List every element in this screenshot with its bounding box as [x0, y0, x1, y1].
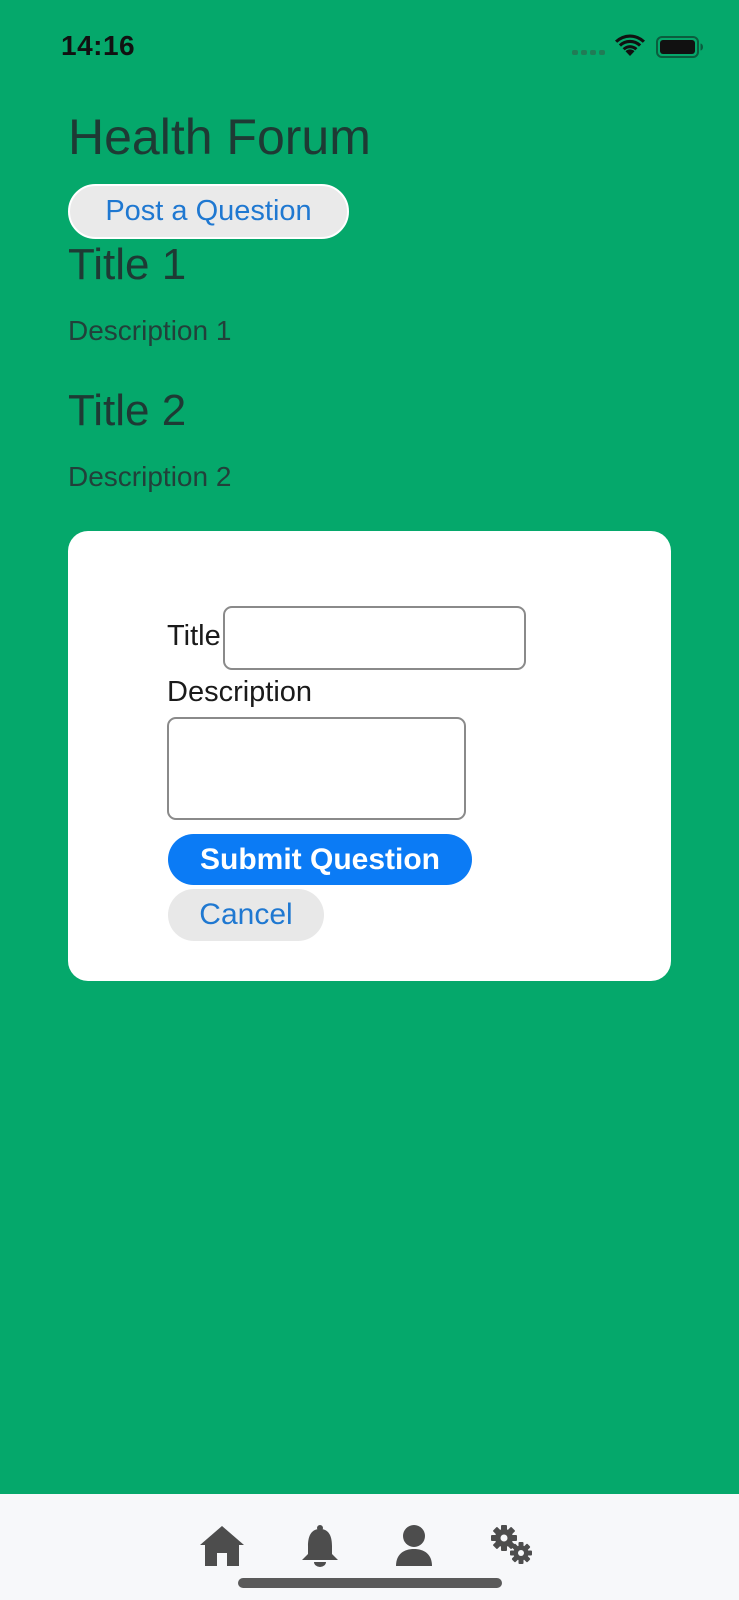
battery-icon: [656, 36, 703, 58]
status-time: 14:16: [61, 30, 136, 61]
wifi-icon: [615, 34, 645, 56]
page-title: Health Forum: [68, 109, 371, 165]
user-icon[interactable]: [390, 1524, 438, 1568]
post-title: Title 2: [68, 386, 187, 435]
bell-icon[interactable]: [296, 1524, 344, 1568]
post-question-button[interactable]: Post a Question: [68, 184, 349, 239]
home-icon[interactable]: [198, 1524, 246, 1568]
cellular-signal-icon: [572, 50, 606, 58]
gears-icon[interactable]: [488, 1524, 536, 1568]
title-label: Title: [167, 620, 221, 652]
description-input[interactable]: [167, 717, 466, 820]
cancel-button[interactable]: Cancel: [168, 889, 324, 941]
question-form-modal: Title Description Submit Question Cancel: [68, 531, 671, 981]
post-description: Description 2: [68, 461, 232, 492]
post-title: Title 1: [68, 240, 187, 289]
status-bar: 14:16: [0, 0, 739, 96]
tab-bar: [0, 1494, 739, 1600]
description-label: Description: [167, 676, 313, 708]
home-indicator: [238, 1578, 502, 1588]
submit-question-button[interactable]: Submit Question: [168, 834, 472, 885]
title-input[interactable]: [223, 606, 526, 670]
post-description: Description 1: [68, 315, 232, 346]
